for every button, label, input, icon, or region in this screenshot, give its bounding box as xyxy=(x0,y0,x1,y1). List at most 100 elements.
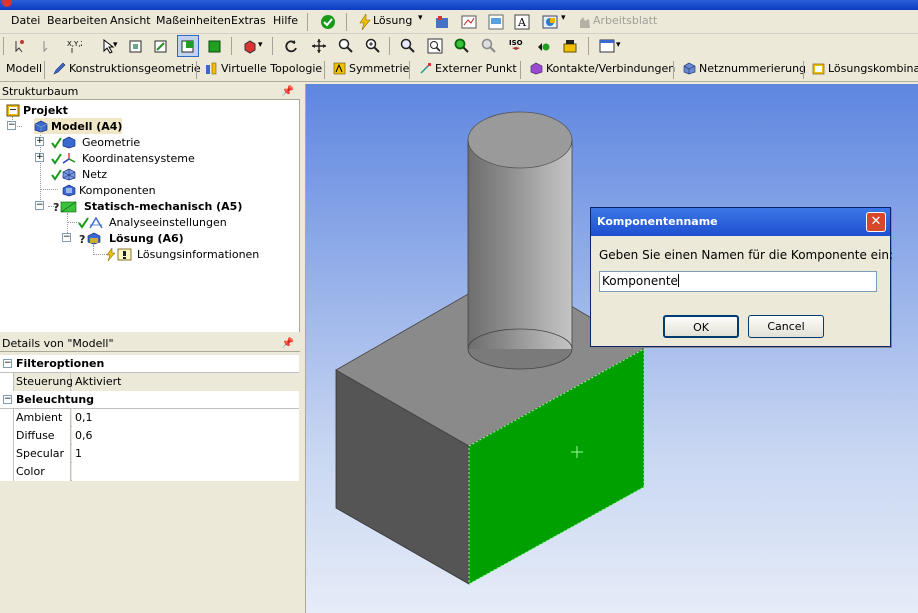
tree-node-geometrie[interactable]: Geometrie xyxy=(51,134,140,150)
details-value[interactable]: 1 xyxy=(72,445,299,463)
details-row-diffuse[interactable]: Diffuse 0,6 xyxy=(0,427,299,445)
menu-ansicht[interactable]: Ansicht xyxy=(110,14,151,27)
close-icon[interactable]: ✕ xyxy=(866,212,886,232)
collapse-icon[interactable]: − xyxy=(62,233,71,242)
chevron-down-icon[interactable]: ▾ xyxy=(113,40,118,50)
collapse-icon[interactable]: − xyxy=(35,201,44,210)
select-edge-mode-icon[interactable] xyxy=(151,36,171,56)
chevron-down-icon[interactable]: ▾ xyxy=(258,40,263,50)
details-header: Details von "Modell" 📌 xyxy=(0,336,300,352)
details-row-steuerung[interactable]: Steuerung Aktiviert xyxy=(0,373,299,391)
image-icon[interactable] xyxy=(540,12,560,32)
chart-icon[interactable] xyxy=(459,12,479,32)
expand-icon[interactable]: + xyxy=(35,153,44,162)
xyz-icon[interactable]: X,Y,Z xyxy=(64,36,84,56)
details-value[interactable]: 0,6 xyxy=(72,427,299,445)
cylinder-top xyxy=(467,111,573,169)
separator xyxy=(673,61,674,79)
tree-node-loesung[interactable]: ? Lösung (A6) xyxy=(78,230,184,246)
externer-punkt-button[interactable]: Externer Punkt xyxy=(419,62,517,75)
zoom-window-icon[interactable] xyxy=(425,36,445,56)
model-cube-icon xyxy=(34,120,48,132)
tree-node-netz[interactable]: Netz xyxy=(51,166,107,182)
loesung-button[interactable]: Lösung xyxy=(373,14,412,27)
select-edge-icon[interactable] xyxy=(37,36,57,56)
separator xyxy=(389,37,390,55)
tree-node-analyseeinstellungen[interactable]: Analyseeinstellungen xyxy=(78,214,227,230)
zoom-fit-icon[interactable] xyxy=(398,36,418,56)
tree-node-loesungsinformationen[interactable]: Lösungsinformationen xyxy=(106,246,259,262)
comment-icon[interactable] xyxy=(486,12,506,32)
tree-node-label: Analyseeinstellungen xyxy=(109,215,227,229)
zoom-out-icon[interactable] xyxy=(479,36,499,56)
rotate-icon[interactable] xyxy=(281,36,301,56)
collapse-icon[interactable]: − xyxy=(7,121,16,130)
pin-icon[interactable]: 📌 xyxy=(282,84,294,99)
chevron-down-icon[interactable]: ▾ xyxy=(418,13,423,23)
model-render[interactable] xyxy=(306,84,918,613)
details-value[interactable]: Aktiviert xyxy=(72,373,299,391)
cancel-button[interactable]: Cancel xyxy=(748,315,824,338)
topology-icon xyxy=(206,62,217,75)
menu-hilfe[interactable]: Hilfe xyxy=(273,14,298,27)
netznummerierung-button[interactable]: Netznummerierung xyxy=(683,62,806,75)
modell-tab[interactable]: Modell xyxy=(6,62,42,75)
iso-view-icon[interactable]: ISO xyxy=(506,36,526,56)
tree-node-label: Lösungsinformationen xyxy=(137,247,260,261)
virtuelle-topologie-button[interactable]: Virtuelle Topologie xyxy=(205,62,322,75)
graphics-options-icon[interactable] xyxy=(560,36,580,56)
zoom-icon[interactable] xyxy=(336,36,356,56)
chevron-down-icon[interactable]: ▾ xyxy=(561,13,566,23)
tree-node-projekt[interactable]: Projekt xyxy=(6,102,68,118)
details-row-ambient[interactable]: Ambient 0,1 xyxy=(0,409,299,427)
svg-text:?: ? xyxy=(53,201,59,213)
tree-node-komponenten[interactable]: Komponenten xyxy=(62,182,156,198)
select-point-icon[interactable] xyxy=(9,36,29,56)
details-row-color[interactable]: Color xyxy=(0,463,299,481)
expand-icon[interactable]: + xyxy=(35,137,44,146)
annotation-icon[interactable]: A xyxy=(512,12,532,32)
dialog-title-bar[interactable]: Komponentenname ✕ xyxy=(591,208,890,236)
probe-icon[interactable] xyxy=(432,12,452,32)
details-value[interactable]: 0,1 xyxy=(72,409,299,427)
konstruktionsgeometrie-button[interactable]: Konstruktionsgeometrie xyxy=(53,62,201,75)
details-group-title: Beleuchtung xyxy=(16,393,95,406)
worksheet-hand-icon[interactable] xyxy=(575,12,595,32)
menu-masseinheiten[interactable]: Maßeinheiten xyxy=(156,14,231,27)
cube-view-icon[interactable] xyxy=(240,36,260,56)
details-value[interactable] xyxy=(72,463,299,481)
viewport-layout-icon[interactable] xyxy=(597,36,617,56)
details-group-beleuchtung[interactable]: − Beleuchtung xyxy=(0,391,299,409)
tree-node-label: Netz xyxy=(82,167,108,181)
loesungskombination-button[interactable]: Lösungskombination xyxy=(812,62,918,75)
row-gutter xyxy=(0,373,14,391)
box-zoom-icon[interactable] xyxy=(363,36,383,56)
pan-icon[interactable] xyxy=(309,36,329,56)
pin-icon[interactable]: 📌 xyxy=(282,336,294,351)
arbeitsblatt-button[interactable]: Arbeitsblatt xyxy=(593,14,657,27)
collapse-icon[interactable]: − xyxy=(3,395,12,404)
kontakte-verbindungen-button[interactable]: Kontakte/Verbindungen xyxy=(530,62,675,75)
symmetrie-button[interactable]: Symmetrie xyxy=(333,62,409,75)
solve-check-icon[interactable] xyxy=(318,12,338,32)
zoom-in-green-icon[interactable] xyxy=(452,36,472,56)
menu-extras[interactable]: Extras xyxy=(231,14,266,27)
collapse-icon[interactable]: − xyxy=(3,359,12,368)
separator xyxy=(409,61,410,79)
menu-datei[interactable]: Datei xyxy=(11,14,40,27)
tree-node-modell[interactable]: Modell (A4) xyxy=(34,118,123,134)
ok-button[interactable]: OK xyxy=(663,315,739,338)
chevron-down-icon[interactable]: ▾ xyxy=(616,40,621,50)
details-group-filteroptionen[interactable]: − Filteroptionen xyxy=(0,355,299,373)
details-row-specular[interactable]: Specular 1 xyxy=(0,445,299,463)
tree-node-statisch-mechanisch[interactable]: ? Statisch-mechanisch (A5) xyxy=(53,198,242,214)
tree-node-koordinatensysteme[interactable]: Koordinatensysteme xyxy=(51,150,195,166)
graphics-viewport[interactable] xyxy=(305,84,918,613)
menu-bearbeiten[interactable]: Bearbeiten xyxy=(47,14,107,27)
select-body-icon[interactable] xyxy=(205,36,225,56)
previous-view-icon[interactable] xyxy=(533,36,553,56)
component-name-input[interactable]: Komponente xyxy=(599,271,877,292)
select-face-icon[interactable] xyxy=(177,35,199,57)
details-panel: − Filteroptionen Steuerung Aktiviert − B… xyxy=(0,354,300,613)
select-vertex-icon[interactable] xyxy=(126,36,146,56)
